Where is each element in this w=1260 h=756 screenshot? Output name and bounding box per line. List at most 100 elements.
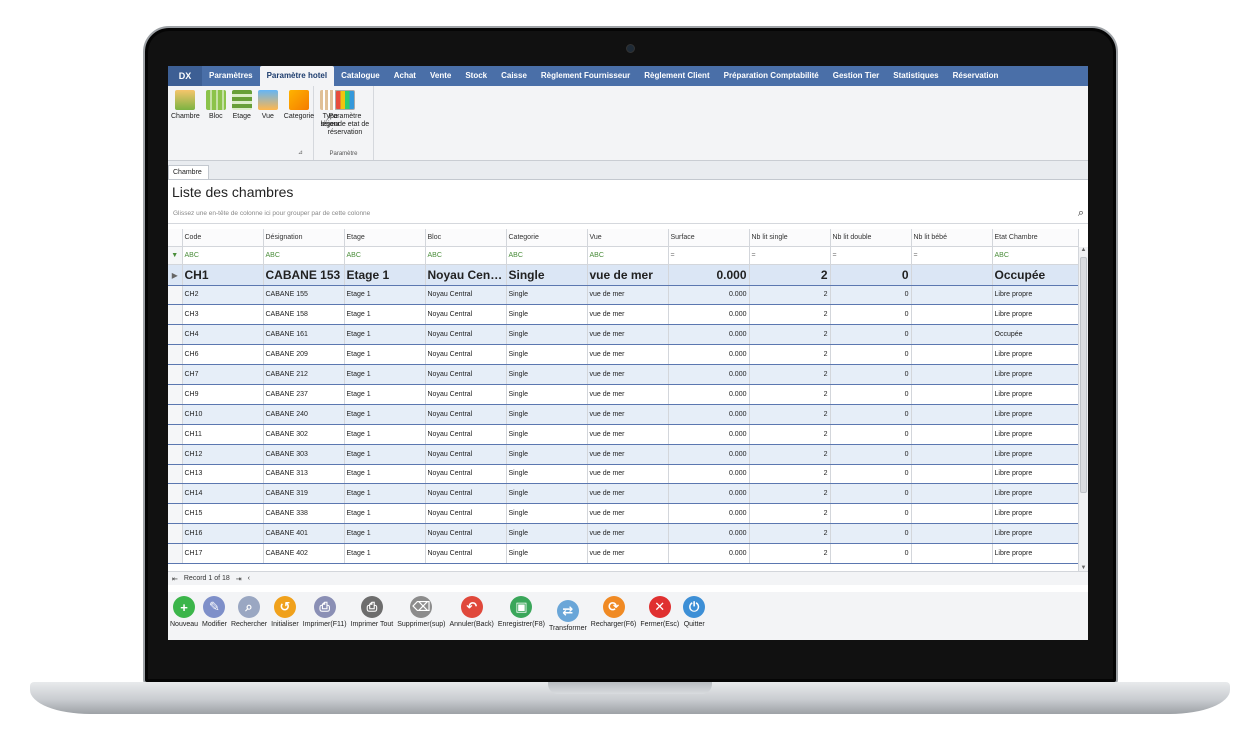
table-cell[interactable]: Occupée <box>992 324 1079 346</box>
table-cell[interactable]: vue de mer <box>587 264 669 286</box>
table-cell[interactable]: Libre propre <box>992 364 1079 385</box>
table-cell[interactable]: 0.000 <box>668 503 750 525</box>
ribbon-button-etage[interactable]: Etage <box>229 90 255 129</box>
table-cell[interactable]: Libre propre <box>992 444 1079 465</box>
table-cell[interactable]: CABANE 161 <box>263 324 345 346</box>
table-cell[interactable]: Single <box>506 404 588 425</box>
menu-item[interactable]: Catalogue <box>334 66 387 86</box>
table-cell[interactable]: 2 <box>749 464 831 485</box>
table-cell[interactable]: CH10 <box>182 404 264 425</box>
table-cell[interactable]: 0 <box>830 543 912 564</box>
table-cell[interactable]: vue de mer <box>587 404 669 425</box>
menu-item[interactable]: Gestion Tier <box>826 66 887 86</box>
table-cell[interactable]: Single <box>506 543 588 564</box>
table-row[interactable]: CH6 CABANE 209 Etage 1 Noyau Central Single v… <box>168 344 1079 366</box>
table-cell[interactable]: 2 <box>749 324 831 346</box>
column-header[interactable]: Surface <box>668 229 750 247</box>
table-cell[interactable]: Single <box>506 304 588 326</box>
table-cell[interactable]: Single <box>506 264 588 286</box>
column-header[interactable]: Désignation <box>263 229 345 247</box>
table-cell[interactable]: Single <box>506 364 588 385</box>
row-indicator[interactable] <box>168 523 183 545</box>
table-cell[interactable]: 0.000 <box>668 483 750 505</box>
table-cell[interactable]: 2 <box>749 344 831 366</box>
table-cell[interactable] <box>911 483 993 505</box>
scroll-up-icon[interactable]: ▲ <box>1079 247 1088 253</box>
toolbar-button-quitter[interactable]: ⏻ Quitter <box>681 596 707 628</box>
table-cell[interactable]: Noyau Central <box>425 304 507 326</box>
table-cell[interactable]: Noyau Central <box>425 364 507 385</box>
table-cell[interactable]: vue de mer <box>587 464 669 485</box>
filter-cell[interactable]: ABC <box>344 246 426 265</box>
table-cell[interactable]: 2 <box>749 384 831 405</box>
table-cell[interactable]: CABANE 402 <box>263 543 345 564</box>
table-cell[interactable] <box>911 304 993 326</box>
table-cell[interactable]: CH12 <box>182 444 264 465</box>
group-panel[interactable]: Glissez une en-tête de colonne ici pour … <box>168 204 1088 224</box>
table-cell[interactable]: vue de mer <box>587 483 669 505</box>
table-cell[interactable]: Etage 1 <box>344 384 426 405</box>
table-cell[interactable]: 0 <box>830 384 912 405</box>
table-cell[interactable]: Single <box>506 444 588 465</box>
filter-cell[interactable]: ABC <box>992 246 1079 265</box>
table-cell[interactable]: CABANE 338 <box>263 503 345 525</box>
table-row[interactable]: CH7 CABANE 212 Etage 1 Noyau Central Single v… <box>168 364 1079 385</box>
table-cell[interactable]: 2 <box>749 304 831 326</box>
menu-item[interactable]: Caisse <box>494 66 534 86</box>
table-cell[interactable]: Noyau Central <box>425 483 507 505</box>
ribbon-button-vue[interactable]: Vue <box>255 90 281 129</box>
table-row[interactable]: CH13 CABANE 313 Etage 1 Noyau Central Single… <box>168 464 1079 485</box>
table-cell[interactable]: 0 <box>830 344 912 366</box>
table-cell[interactable]: CH13 <box>182 464 264 485</box>
column-header[interactable]: Nb lit single <box>749 229 831 247</box>
table-cell[interactable]: CABANE 401 <box>263 523 345 545</box>
menu-item[interactable]: Règlement Fournisseur <box>534 66 637 86</box>
table-cell[interactable]: CH14 <box>182 483 264 505</box>
table-cell[interactable]: vue de mer <box>587 543 669 564</box>
table-cell[interactable]: 2 <box>749 404 831 425</box>
table-cell[interactable]: 0.000 <box>668 264 750 286</box>
table-cell[interactable]: vue de mer <box>587 523 669 545</box>
table-cell[interactable]: vue de mer <box>587 503 669 525</box>
menu-item[interactable]: Achat <box>387 66 423 86</box>
table-cell[interactable]: Etage 1 <box>344 424 426 445</box>
table-cell[interactable]: Etage 1 <box>344 404 426 425</box>
row-indicator[interactable]: ▸ <box>168 264 183 286</box>
table-cell[interactable]: 2 <box>749 543 831 564</box>
row-indicator[interactable] <box>168 424 183 445</box>
table-cell[interactable]: 2 <box>749 503 831 525</box>
column-header[interactable]: Vue <box>587 229 669 247</box>
table-cell[interactable] <box>911 324 993 346</box>
table-row[interactable]: CH11 CABANE 302 Etage 1 Noyau Central Single… <box>168 424 1079 445</box>
table-cell[interactable]: Single <box>506 285 588 306</box>
toolbar-button-rechercher[interactable]: ⌕ Rechercher <box>229 596 269 628</box>
table-cell[interactable]: 2 <box>749 285 831 306</box>
ribbon-button-bloc[interactable]: Bloc <box>203 90 229 129</box>
table-cell[interactable] <box>911 503 993 525</box>
table-cell[interactable]: Libre propre <box>992 503 1079 525</box>
table-cell[interactable]: Single <box>506 483 588 505</box>
column-header[interactable]: Bloc <box>425 229 507 247</box>
table-cell[interactable] <box>911 543 993 564</box>
menu-item[interactable]: Stock <box>458 66 494 86</box>
table-row[interactable]: CH3 CABANE 158 Etage 1 Noyau Central Single v… <box>168 304 1079 326</box>
table-cell[interactable] <box>911 364 993 385</box>
table-cell[interactable]: Etage 1 <box>344 523 426 545</box>
table-cell[interactable]: Noyau Central <box>425 424 507 445</box>
menu-item[interactable]: Vente <box>423 66 458 86</box>
table-cell[interactable]: 0 <box>830 264 912 286</box>
table-cell[interactable]: CABANE 240 <box>263 404 345 425</box>
table-cell[interactable]: 0.000 <box>668 285 750 306</box>
toolbar-button-imprimertout[interactable]: ⎙ Imprimer Tout <box>349 596 396 628</box>
table-cell[interactable]: CH1 <box>182 264 264 286</box>
table-cell[interactable]: CH2 <box>182 285 264 306</box>
nav-first-icon[interactable]: ⇤ <box>172 575 178 583</box>
table-cell[interactable]: Libre propre <box>992 464 1079 485</box>
table-cell[interactable]: 0 <box>830 285 912 306</box>
toolbar-button-nouveau[interactable]: + Nouveau <box>168 596 200 628</box>
table-cell[interactable]: 0 <box>830 324 912 346</box>
table-cell[interactable]: Etage 1 <box>344 324 426 346</box>
filter-cell[interactable]: ABC <box>587 246 669 265</box>
table-cell[interactable] <box>911 444 993 465</box>
toolbar-button-imprimer[interactable]: ⎙ Imprimer(F11) <box>301 596 349 628</box>
